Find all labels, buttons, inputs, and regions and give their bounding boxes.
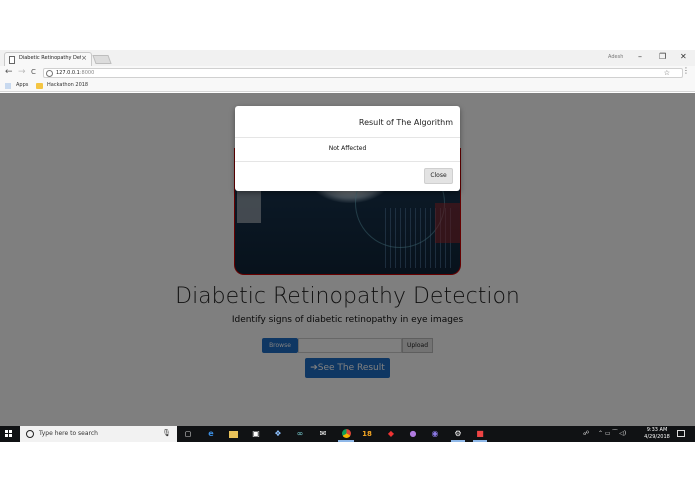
- new-tab-button[interactable]: [92, 55, 112, 64]
- clock-time: 9:33 AM: [646, 427, 668, 433]
- restore-button[interactable]: ❐: [659, 52, 666, 61]
- clock-date: 4/29/2018: [644, 434, 670, 440]
- page-icon: [9, 56, 15, 64]
- taskbar-search-placeholder: Type here to search: [39, 430, 98, 437]
- tab-title: Diabetic Retinopathy Det: [19, 55, 81, 61]
- app-purple-icon[interactable]: ◉: [430, 429, 440, 439]
- profile-name[interactable]: Adesh: [608, 54, 623, 60]
- info-icon[interactable]: [46, 70, 53, 77]
- app-red2-icon[interactable]: ■: [473, 429, 487, 442]
- settings-icon[interactable]: ⚙: [451, 429, 465, 442]
- result-text: Not Affected: [328, 145, 367, 152]
- app-red-icon[interactable]: ◆: [386, 429, 396, 439]
- store-icon[interactable]: ▣: [251, 429, 261, 439]
- close-window-button[interactable]: ✕: [680, 52, 687, 61]
- microphone-icon[interactable]: 🎙: [162, 429, 171, 437]
- browser-toolbar: ← → C 127.0.0.1:8000 ☆ ⋮: [0, 66, 695, 80]
- reload-button[interactable]: C: [31, 68, 36, 76]
- bookmark-apps[interactable]: Apps: [16, 82, 28, 88]
- url-port: :8000: [79, 70, 95, 76]
- close-button[interactable]: Close: [424, 168, 453, 184]
- apps-icon[interactable]: [5, 83, 11, 89]
- windows-start-icon[interactable]: [5, 430, 13, 438]
- back-button[interactable]: ←: [5, 67, 13, 77]
- tab-close-icon[interactable]: ×: [81, 54, 87, 62]
- result-modal: Result of The Algorithm Not Affected Clo…: [235, 106, 460, 191]
- cortana-icon: [26, 430, 34, 438]
- infinity-icon[interactable]: ∞: [295, 429, 305, 439]
- bookmark-star-icon[interactable]: ☆: [664, 69, 670, 77]
- taskbar-clock[interactable]: 9:33 AM 4/29/2018: [643, 427, 671, 441]
- minimize-button[interactable]: –: [638, 52, 642, 61]
- screen: Diabetic Retinopathy Det × Adesh – ❐ ✕ ←…: [0, 0, 695, 494]
- folder-icon: [36, 83, 43, 89]
- modal-title: Result of The Algorithm: [358, 118, 453, 127]
- system-tray-icons[interactable]: ⌃ ▭ ⁀ ◁): [598, 430, 626, 437]
- taskbar-search[interactable]: Type here to search 🎙: [20, 426, 177, 442]
- task-view-icon[interactable]: ▢: [183, 429, 193, 439]
- chrome-icon[interactable]: [338, 429, 354, 442]
- url-host: 127.0.0.1: [56, 70, 80, 76]
- notifications-icon[interactable]: [677, 430, 685, 437]
- edge-icon[interactable]: e: [206, 429, 216, 439]
- bookmarks-bar: Apps Hackathon 2018: [0, 80, 695, 92]
- mail-icon[interactable]: ✉: [318, 429, 328, 439]
- browser-tab[interactable]: Diabetic Retinopathy Det ×: [4, 52, 92, 66]
- people-icon[interactable]: ☍: [583, 430, 589, 437]
- forward-button[interactable]: →: [18, 67, 26, 77]
- modal-header: Result of The Algorithm: [235, 106, 460, 138]
- url-text: 127.0.0.1:8000: [56, 70, 94, 76]
- github-icon[interactable]: ●: [408, 429, 418, 439]
- address-bar[interactable]: 127.0.0.1:8000 ☆: [43, 68, 683, 78]
- badge-18-icon[interactable]: 18: [362, 429, 372, 439]
- bookmark-hackathon-2018[interactable]: Hackathon 2018: [47, 82, 88, 88]
- chrome-menu-icon[interactable]: ⋮: [682, 66, 690, 75]
- modal-body: Not Affected: [235, 138, 460, 162]
- dropbox-icon[interactable]: ❖: [273, 429, 283, 439]
- taskbar: Type here to search 🎙 ▢ e ▣ ❖ ∞ ✉ 18 ◆ ●…: [0, 426, 695, 442]
- browser-titlebar: Diabetic Retinopathy Det × Adesh – ❐ ✕: [0, 50, 695, 66]
- file-explorer-icon[interactable]: [229, 431, 238, 438]
